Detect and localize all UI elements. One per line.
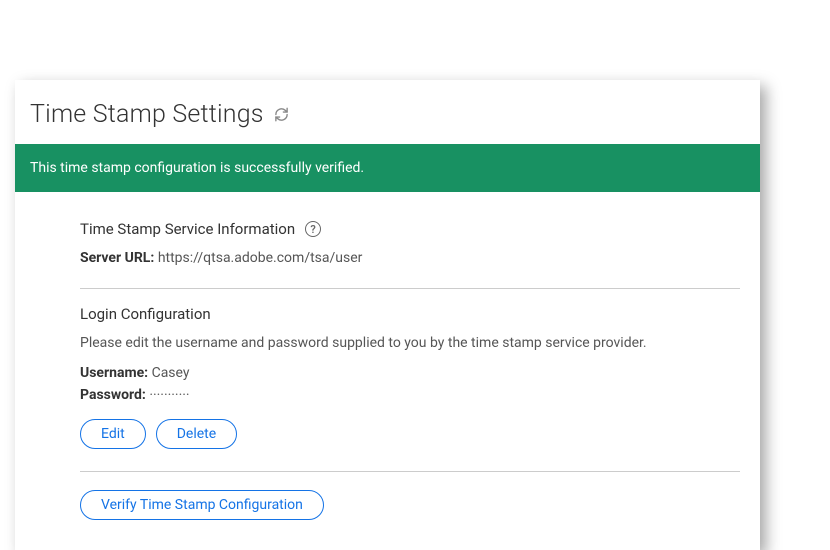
verify-button[interactable]: Verify Time Stamp Configuration: [80, 490, 324, 520]
success-message: This time stamp configuration is success…: [30, 160, 364, 176]
service-info-header: Time Stamp Service Information ?: [80, 220, 740, 238]
service-info-title: Time Stamp Service Information: [80, 220, 295, 238]
password-value: ···········: [149, 387, 189, 403]
username-row: Username: Casey: [80, 365, 740, 381]
username-value: Casey: [152, 365, 190, 381]
login-config-header: Login Configuration: [80, 305, 740, 323]
server-url-value: https://qtsa.adobe.com/tsa/user: [158, 250, 363, 266]
edit-delete-row: Edit Delete: [80, 419, 740, 449]
edit-button[interactable]: Edit: [80, 419, 146, 449]
password-row: Password: ···········: [80, 387, 740, 403]
page-title: Time Stamp Settings: [30, 100, 264, 129]
refresh-icon[interactable]: [274, 107, 289, 122]
help-icon[interactable]: ?: [305, 221, 321, 237]
page-title-row: Time Stamp Settings: [15, 80, 760, 144]
success-banner: This time stamp configuration is success…: [15, 144, 760, 192]
verify-row: Verify Time Stamp Configuration: [80, 490, 740, 520]
content-area: Time Stamp Service Information ? Server …: [15, 192, 760, 550]
divider: [80, 288, 740, 289]
login-config-hint: Please edit the username and password su…: [80, 335, 740, 351]
delete-button[interactable]: Delete: [156, 419, 237, 449]
login-config-title: Login Configuration: [80, 305, 211, 323]
server-url-label: Server URL:: [80, 250, 154, 266]
password-label: Password:: [80, 387, 146, 403]
server-url-row: Server URL: https://qtsa.adobe.com/tsa/u…: [80, 250, 740, 266]
settings-panel: Time Stamp Settings This time stamp conf…: [15, 80, 760, 550]
divider: [80, 471, 740, 472]
username-label: Username:: [80, 365, 148, 381]
